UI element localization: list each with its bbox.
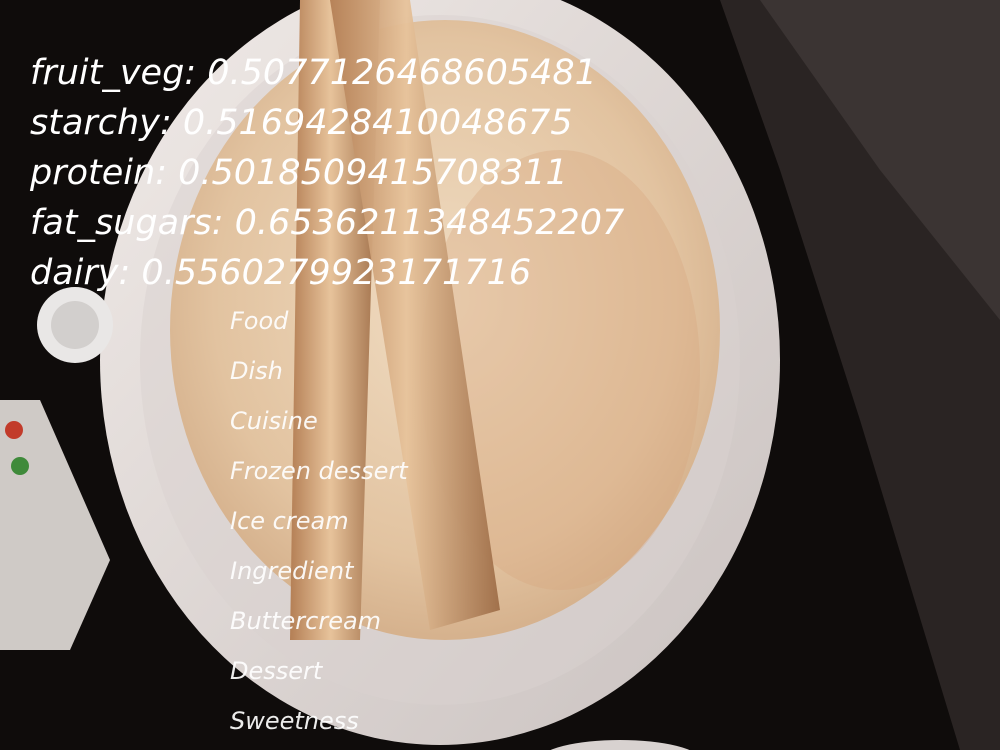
- score-dairy: dairy: 0.5560279923171716: [30, 253, 532, 293]
- score-starchy: starchy: 0.5169428410048675: [30, 103, 573, 143]
- nutrition-score-list: fruit_veg: 0.5077126468605481 starchy: 0…: [30, 48, 624, 298]
- photo-scene: fruit_veg: 0.5077126468605481 starchy: 0…: [0, 0, 1000, 750]
- label-item: Ingredient: [230, 557, 354, 585]
- package-dot-green: [11, 457, 29, 475]
- label-item: Food: [230, 307, 289, 335]
- score-protein: protein: 0.5018509415708311: [30, 153, 568, 193]
- label-item: Dish: [230, 357, 283, 385]
- label-item: Cuisine: [230, 407, 318, 435]
- score-fruit-veg: fruit_veg: 0.5077126468605481: [30, 53, 597, 93]
- package-dot-red: [5, 421, 23, 439]
- label-item: Frozen dessert: [230, 457, 408, 485]
- label-item: Sweetness: [230, 707, 359, 735]
- label-item: Buttercream: [230, 607, 382, 635]
- label-list: Food Dish Cuisine Frozen dessert Ice cre…: [230, 296, 408, 746]
- label-item: Ice cream: [230, 507, 349, 535]
- score-fat-sugars: fat_sugars: 0.6536211348452207: [30, 203, 625, 243]
- label-item: Dessert: [230, 657, 323, 685]
- bottle-cap-inner: [51, 301, 99, 349]
